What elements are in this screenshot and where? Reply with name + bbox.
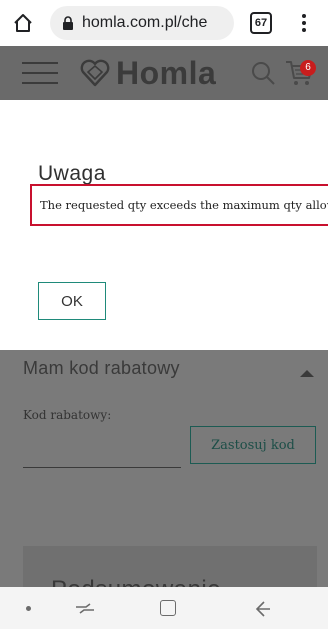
logo-text: Homla xyxy=(116,54,217,91)
system-nav-bar xyxy=(0,587,328,629)
menu-icon[interactable] xyxy=(22,62,58,84)
coupon-label: Kod rabatowy: xyxy=(23,408,112,422)
heart-logo-icon xyxy=(80,59,110,87)
ok-button[interactable]: OK xyxy=(38,282,106,320)
more-options-icon[interactable] xyxy=(296,12,312,34)
apply-coupon-button[interactable]: Zastosuj kod xyxy=(190,426,316,464)
address-bar[interactable]: homla.com.pl/che xyxy=(50,6,234,40)
back-icon[interactable] xyxy=(252,599,272,619)
recents-icon[interactable] xyxy=(72,599,98,619)
coupon-section-heading[interactable]: Mam kod rabatowy xyxy=(23,358,180,379)
caret-up-icon[interactable] xyxy=(300,370,314,377)
error-message: The requested qty exceeds the maximum qt… xyxy=(30,184,328,226)
coupon-input[interactable] xyxy=(23,446,181,468)
search-icon[interactable] xyxy=(250,60,276,86)
lock-icon xyxy=(63,16,73,30)
nav-home-icon[interactable] xyxy=(160,600,176,616)
url-text: homla.com.pl/che xyxy=(82,14,208,31)
checkout-page-dimmed: Mam kod rabatowy Kod rabatowy: Zastosuj … xyxy=(0,350,328,606)
alert-modal: Uwaga The requested qty exceeds the maxi… xyxy=(0,100,328,350)
modal-title: Uwaga xyxy=(38,162,106,185)
browser-toolbar: homla.com.pl/che 67 xyxy=(0,0,328,46)
site-logo[interactable]: Homla xyxy=(80,54,217,91)
cart-count-badge: 6 xyxy=(300,60,316,76)
tab-switcher-icon[interactable]: 67 xyxy=(250,12,272,34)
nav-dot-icon xyxy=(26,606,31,611)
home-icon[interactable] xyxy=(12,12,34,34)
site-header: Homla xyxy=(0,46,328,100)
